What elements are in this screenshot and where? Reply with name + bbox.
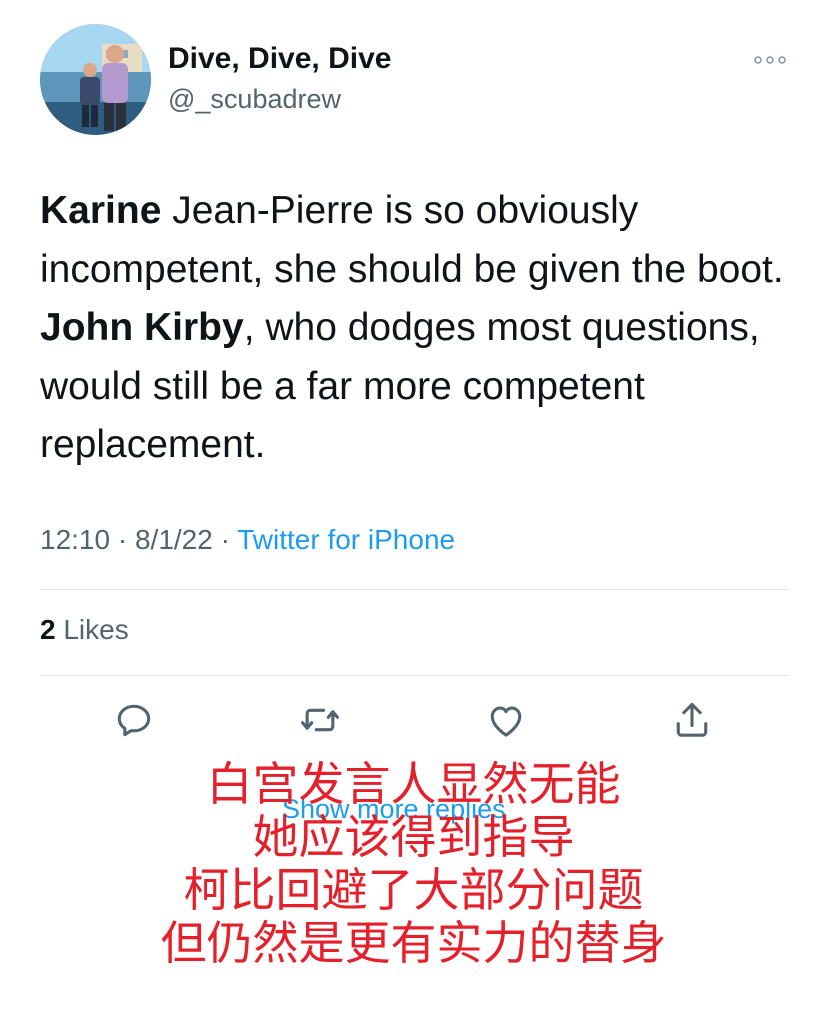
divider: [40, 589, 788, 590]
share-button[interactable]: [670, 698, 714, 742]
meta-separator: ·: [110, 524, 135, 555]
user-handle[interactable]: @_scubadrew: [168, 84, 341, 115]
overlay-caption-line: 她应该得到指导: [252, 810, 575, 864]
avatar[interactable]: [40, 24, 151, 135]
retweet-button[interactable]: [298, 698, 342, 742]
retweet-icon: [301, 708, 339, 732]
like-icon: [490, 706, 522, 737]
reply-button[interactable]: [112, 698, 156, 742]
divider: [40, 675, 788, 676]
more-button[interactable]: [750, 40, 790, 80]
tweet-date[interactable]: 8/1/22: [135, 524, 213, 555]
tweet-text-bold-name[interactable]: Karine: [40, 189, 161, 232]
share-icon: [676, 702, 708, 737]
overlay-caption-line: 但仍然是更有实力的替身: [160, 916, 667, 970]
tweet-source-link[interactable]: Twitter for iPhone: [237, 524, 455, 555]
likes-label: Likes: [63, 614, 129, 645]
overlay-caption-line: 白宫发言人显然无能: [206, 757, 621, 811]
likes-count-link[interactable]: 2 Likes: [40, 614, 129, 646]
overlay-caption: 白宫发言人显然无能 她应该得到指导 柯比回避了大部分问题 但仍然是更有实力的替身: [0, 758, 827, 970]
tweet-time[interactable]: 12:10: [40, 524, 110, 555]
like-button[interactable]: [484, 698, 528, 742]
meta-separator: ·: [212, 524, 238, 555]
more-horizontal-icon: [754, 56, 786, 64]
tweet-text: Karine Jean-Pierre is so obviously incom…: [40, 182, 800, 475]
overlay-caption-line: 柯比回避了大部分问题: [183, 863, 644, 917]
profile-photo: [40, 24, 151, 135]
likes-count: 2: [40, 614, 56, 645]
tweet-text-bold-name[interactable]: John Kirby: [40, 306, 244, 349]
reply-icon: [117, 704, 151, 737]
display-name[interactable]: Dive, Dive, Dive: [168, 42, 391, 76]
tweet-metadata: 12:10 · 8/1/22 · Twitter for iPhone: [40, 524, 455, 556]
